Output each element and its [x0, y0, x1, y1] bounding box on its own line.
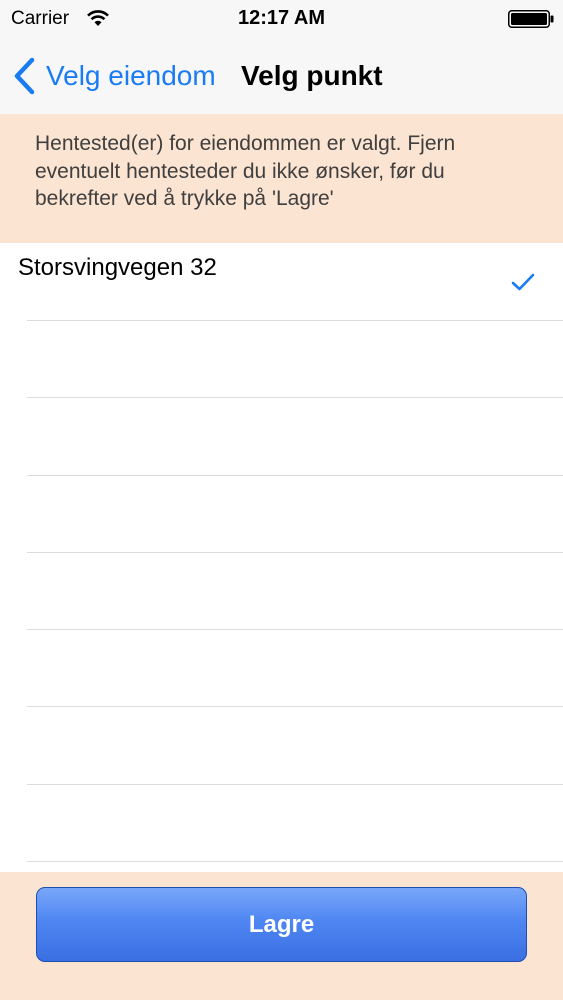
status-time: 12:17 AM [237, 7, 326, 29]
list-separator [27, 861, 563, 862]
list-separator [27, 552, 563, 553]
list-separator [27, 629, 563, 630]
status-bar: Carrier 12:17 AM [0, 0, 563, 38]
checkmark-icon [511, 273, 535, 291]
pickup-point-list: Storsvingvegen 32 [0, 243, 563, 872]
info-text-line-3: bekrefter ved å trykke på 'Lagre' [35, 187, 334, 210]
list-item-label: Storsvingvegen 32 [18, 254, 217, 281]
list-separator [27, 320, 563, 321]
footer-bar: Lagre [0, 872, 563, 1000]
save-button[interactable]: Lagre [36, 887, 527, 962]
list-separator [27, 784, 563, 785]
info-text-line-1: Hentested(er) for eiendommen er valgt. F… [35, 132, 456, 155]
list-separator [27, 475, 563, 476]
info-banner: Hentested(er) for eiendommen er valgt. F… [0, 114, 563, 243]
list-separator [27, 397, 563, 398]
back-button[interactable]: Velg eiendom [12, 54, 216, 98]
page-title: Velg punkt [241, 60, 383, 91]
battery-icon [508, 10, 554, 28]
list-separator [27, 706, 563, 707]
back-button-label: Velg eiendom [46, 60, 216, 91]
info-text-line-2: eventuelt hentesteder du ikke ønsker, fø… [35, 159, 445, 183]
chevron-left-icon [14, 57, 35, 95]
navigation-bar: Velg eiendom Velg punkt [0, 38, 563, 114]
list-item[interactable]: Storsvingvegen 32 [0, 243, 563, 320]
